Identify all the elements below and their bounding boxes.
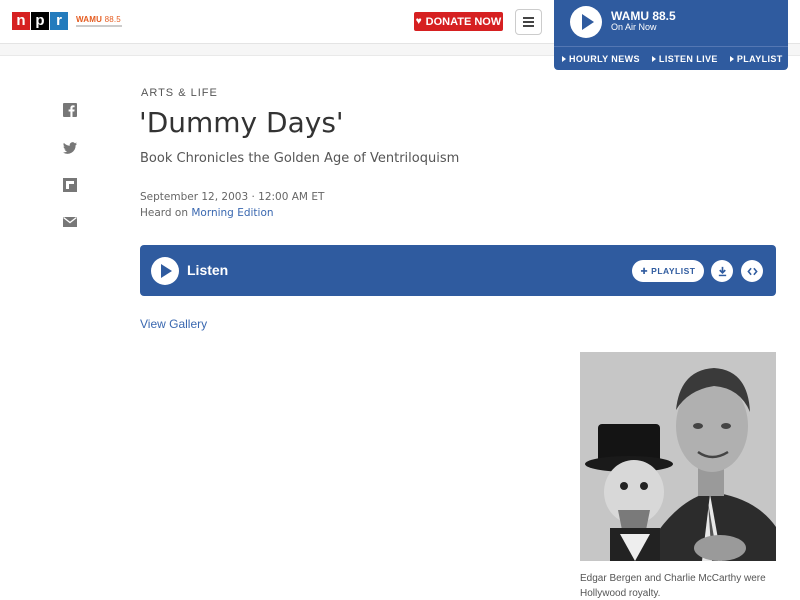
photo-caption: Edgar Bergen and Charlie McCarthy were H… xyxy=(580,573,766,599)
player-links: HOURLY NEWS LISTEN LIVE PLAYLIST xyxy=(554,46,788,70)
article-title: 'Dummy Days' xyxy=(139,106,344,139)
embed-icon xyxy=(746,266,758,277)
player-link-hourly-news[interactable]: HOURLY NEWS xyxy=(562,54,640,64)
donate-button[interactable]: ♥ DONATE NOW xyxy=(414,12,503,31)
hamburger-icon-line xyxy=(523,21,534,23)
player-link-listen-live[interactable]: LISTEN LIVE xyxy=(651,53,718,64)
twitter-icon[interactable] xyxy=(62,140,78,156)
station-logo-text: WAMU 88.5 xyxy=(76,15,122,24)
menu-button[interactable] xyxy=(515,9,542,35)
player-status: On Air Now xyxy=(611,22,657,32)
email-icon[interactable] xyxy=(62,214,78,230)
donate-button-label: DONATE NOW xyxy=(425,15,502,28)
heard-on: Heard on Morning Edition xyxy=(140,207,274,219)
article-date: September 12, 2003 · 12:00 AM ET xyxy=(140,191,325,203)
photo-illustration xyxy=(580,352,776,561)
view-gallery-link[interactable]: View Gallery xyxy=(140,317,207,331)
player-link-playlist[interactable]: PLAYLIST xyxy=(729,53,783,64)
play-arrow-icon xyxy=(562,55,566,62)
facebook-icon[interactable] xyxy=(62,102,78,118)
flipboard-icon[interactable] xyxy=(62,177,78,193)
player-link-label: PLAYLIST xyxy=(736,53,783,64)
live-player: WAMU 88.5 On Air Now HOURLY NEWS LISTEN … xyxy=(554,0,788,70)
hamburger-icon-line xyxy=(523,17,534,19)
station-logo-frequency: 88.5 xyxy=(104,15,121,24)
download-button[interactable] xyxy=(711,260,733,282)
play-arrow-icon xyxy=(651,55,656,62)
article-slug[interactable]: ARTS & LIFE xyxy=(141,87,218,99)
station-logo-name: WAMU xyxy=(76,15,103,24)
listen-label: Listen xyxy=(187,262,229,278)
npr-logo-p: p xyxy=(31,12,49,30)
listen-play-button[interactable] xyxy=(151,257,179,285)
article-photo[interactable] xyxy=(580,352,776,561)
program-link[interactable]: Morning Edition xyxy=(191,207,273,219)
player-link-label: HOURLY NEWS xyxy=(569,53,640,64)
npr-logo[interactable]: n p r xyxy=(12,12,68,30)
download-icon xyxy=(717,266,728,277)
heard-on-prefix: Heard on xyxy=(140,207,192,219)
heart-icon: ♥ xyxy=(415,16,422,27)
live-play-button[interactable] xyxy=(570,6,602,38)
npr-logo-r: r xyxy=(50,12,68,30)
player-link-label: LISTEN LIVE xyxy=(658,53,718,64)
audio-player: Listen ✚ PLAYLIST xyxy=(140,245,776,296)
plus-icon: ✚ xyxy=(640,265,649,276)
article-subtitle: Book Chronicles the Golden Age of Ventri… xyxy=(140,151,460,166)
player-station-name: WAMU 88.5 xyxy=(611,9,676,23)
embed-button[interactable] xyxy=(741,260,763,282)
hamburger-icon-line xyxy=(523,25,534,27)
station-logo-tagline xyxy=(76,25,122,27)
playlist-button-label: PLAYLIST xyxy=(651,266,696,276)
add-to-playlist-button[interactable]: ✚ PLAYLIST xyxy=(632,260,704,282)
play-arrow-icon xyxy=(729,55,734,62)
station-logo[interactable]: WAMU 88.5 xyxy=(76,15,122,27)
npr-logo-n: n xyxy=(12,12,30,30)
